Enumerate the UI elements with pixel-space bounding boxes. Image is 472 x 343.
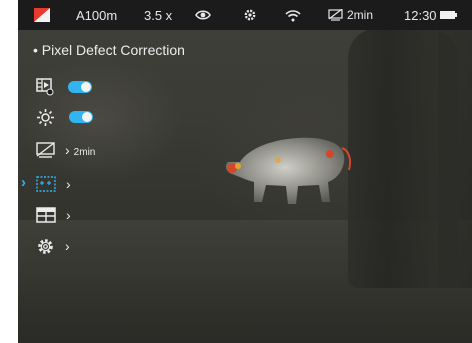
menu-item-grid[interactable]: › bbox=[36, 204, 71, 226]
menu-item-pixel-correction[interactable]: › bbox=[36, 173, 71, 195]
display-off-value: 2min bbox=[73, 147, 96, 158]
eye-icon bbox=[195, 0, 211, 30]
grid-icon bbox=[36, 207, 56, 223]
selection-indicator: › bbox=[21, 174, 26, 191]
clock: 12:30 bbox=[404, 7, 437, 23]
grid-chevron: › bbox=[66, 207, 71, 223]
display-timer-value: 2min bbox=[347, 8, 374, 22]
pixel-correction-chevron: › bbox=[66, 176, 71, 192]
boar-thermal-image bbox=[225, 137, 352, 204]
palette-icon[interactable] bbox=[34, 0, 52, 30]
tree-trunk-right bbox=[438, 28, 472, 288]
wifi-icon bbox=[285, 0, 301, 30]
status-bar: A100m 3.5 x 2min 12:30 bbox=[18, 0, 472, 30]
brightness-icon bbox=[36, 108, 55, 127]
menu-item-settings[interactable]: › bbox=[36, 235, 70, 257]
display-timer: 2min bbox=[328, 0, 373, 30]
settings-chevron: › bbox=[65, 238, 70, 254]
display-off-chevron: › 2min bbox=[65, 142, 96, 158]
menu-item-video-record[interactable] bbox=[36, 76, 92, 98]
battery-icon bbox=[440, 0, 458, 30]
gear-icon bbox=[243, 0, 257, 30]
menu-item-display-off[interactable]: › 2min bbox=[36, 139, 95, 161]
display-off-icon bbox=[328, 9, 343, 21]
brightness-toggle[interactable] bbox=[69, 111, 93, 123]
video-record-toggle[interactable] bbox=[68, 81, 92, 93]
zoom-level[interactable]: 3.5 x bbox=[144, 0, 172, 30]
menu-item-brightness[interactable] bbox=[36, 106, 93, 128]
pixel-correction-icon bbox=[36, 176, 56, 192]
menu-title: • Pixel Defect Correction bbox=[33, 42, 185, 58]
display-off-timer-icon bbox=[36, 141, 55, 159]
video-record-icon bbox=[36, 78, 54, 96]
device-model: A100m bbox=[76, 7, 118, 23]
settings-icon bbox=[36, 237, 55, 256]
